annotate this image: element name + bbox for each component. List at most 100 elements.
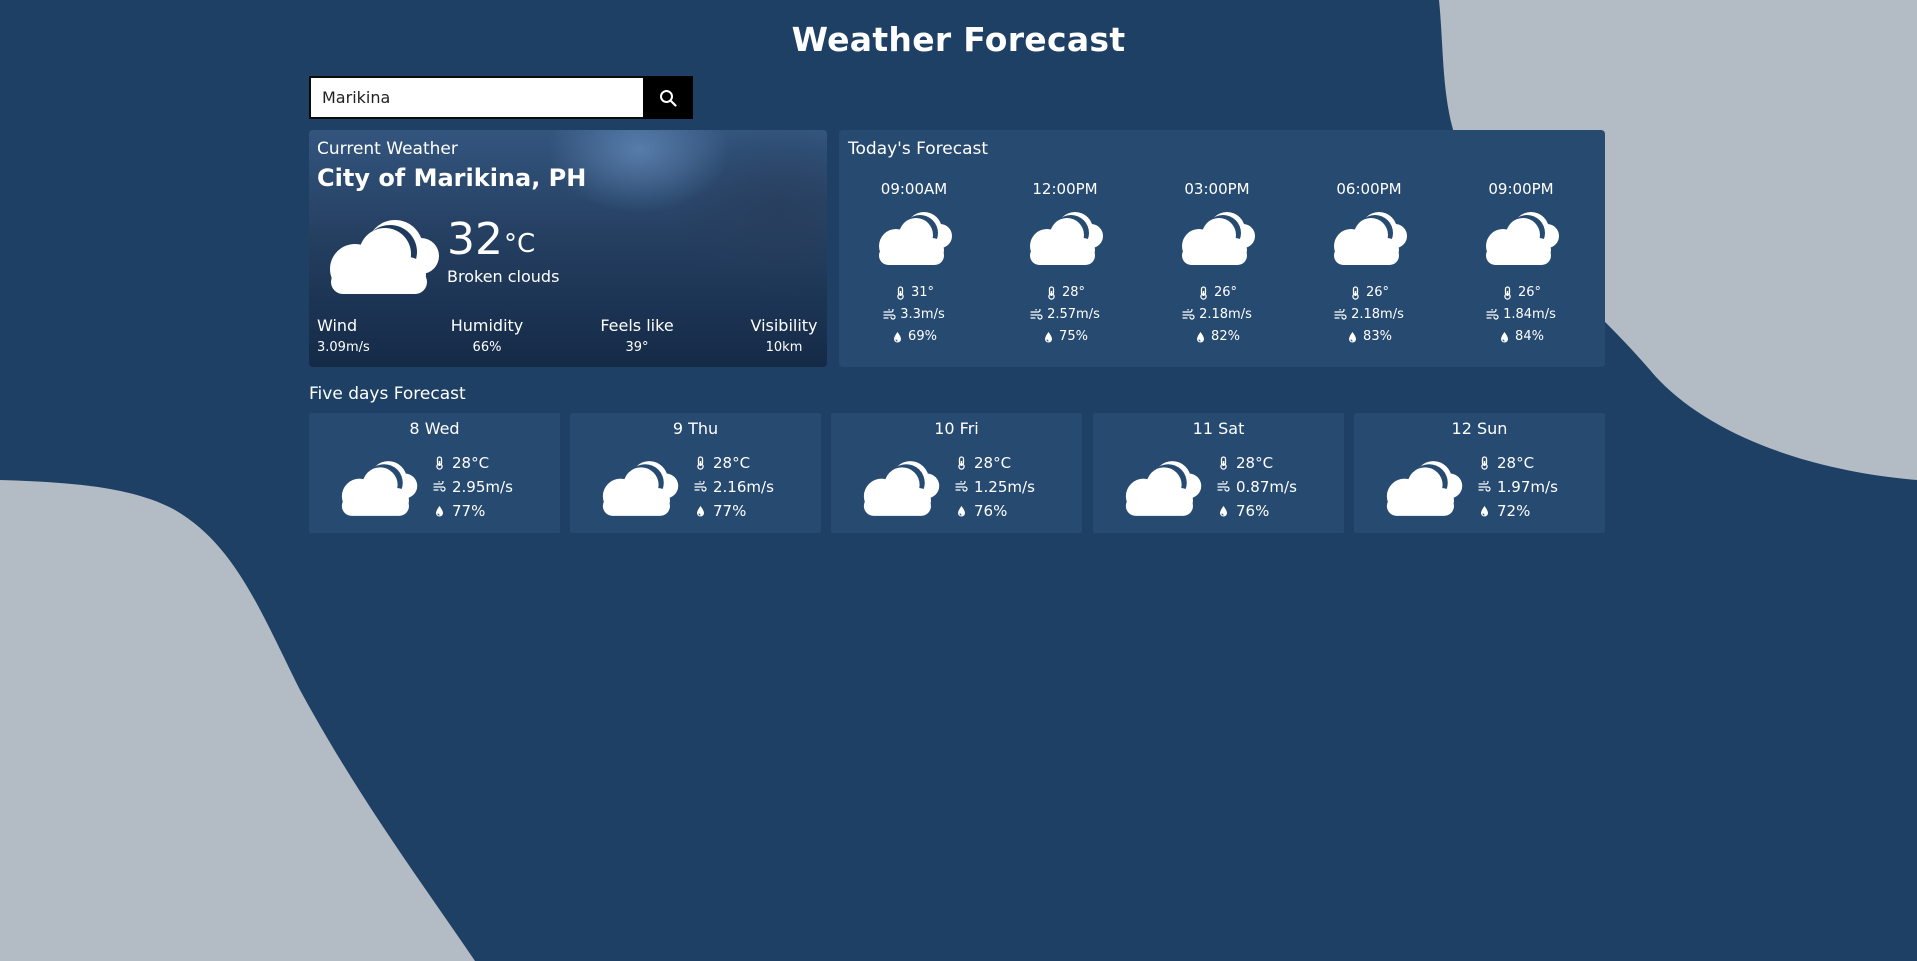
droplet-icon [1498, 331, 1511, 344]
thermometer-icon [1197, 286, 1210, 300]
hour-temp: 26° [1446, 282, 1596, 304]
day-wind-value: 1.97m/s [1497, 478, 1558, 496]
day-wind-value: 2.95m/s [452, 478, 513, 496]
day-wind: 0.87m/s [1217, 475, 1297, 499]
droplet-icon [1478, 505, 1491, 518]
current-description: Broken clouds [447, 267, 560, 286]
hourly-forecast-item: 12:00PM 28° 2.57m/s 75% [990, 180, 1140, 348]
hour-humidity-value: 84% [1515, 329, 1544, 344]
broken-clouds-icon [323, 212, 443, 308]
daily-forecast-card: 10 Fri 28°C 1.25m/s 76% [831, 413, 1082, 533]
stat-wind: Wind 3.09m/s [317, 316, 373, 355]
hour-humidity-value: 83% [1363, 329, 1392, 344]
stat-feels-like: Feels like 39° [597, 316, 677, 355]
hour-wind: 2.18m/s [1142, 304, 1292, 326]
day-humidity-value: 77% [452, 502, 486, 520]
hour-temp-value: 26° [1365, 285, 1390, 300]
search-input[interactable] [309, 76, 643, 119]
day-humidity: 72% [1478, 499, 1558, 523]
hourly-forecast-item: 09:00AM 31° 3.3m/s 69% [839, 180, 989, 348]
hour-wind-value: 2.18m/s [1351, 307, 1404, 322]
current-temperature: 32°C [447, 218, 535, 262]
day-name: 12 Sun [1451, 419, 1508, 438]
stat-label: Humidity [450, 316, 524, 335]
day-humidity: 76% [955, 499, 1035, 523]
thermometer-icon [955, 456, 968, 470]
stat-humidity: Humidity 66% [447, 316, 527, 355]
hour-humidity: 69% [839, 326, 989, 348]
stat-value: 3.09m/s [317, 340, 370, 355]
wind-icon [433, 481, 446, 494]
day-temp: 28°C [955, 451, 1035, 475]
broken-clouds-icon [1446, 208, 1596, 270]
current-temp-value: 32 [447, 214, 503, 265]
day-wind: 1.25m/s [955, 475, 1035, 499]
stat-value: 10km [765, 340, 803, 355]
hour-humidity: 84% [1446, 326, 1596, 348]
hour-wind: 1.84m/s [1446, 304, 1596, 326]
day-humidity-value: 76% [974, 502, 1008, 520]
stat-value: 39° [625, 340, 649, 355]
hour-wind-value: 2.57m/s [1047, 307, 1100, 322]
day-name: 8 Wed [409, 419, 460, 438]
droplet-icon [694, 505, 707, 518]
day-humidity: 77% [694, 499, 774, 523]
thermometer-icon [1349, 286, 1362, 300]
broken-clouds-icon [1380, 457, 1466, 525]
broken-clouds-icon [1294, 208, 1444, 270]
search-button[interactable] [643, 76, 693, 119]
wind-icon [883, 309, 896, 322]
hour-time: 03:00PM [1184, 180, 1250, 198]
day-temp-value: 28°C [974, 454, 1012, 472]
wind-icon [1334, 309, 1347, 322]
hourly-forecast-item: 03:00PM 26° 2.18m/s 82% [1142, 180, 1292, 348]
hourly-forecast-item: 09:00PM 26° 1.84m/s 84% [1446, 180, 1596, 348]
page-title: Weather Forecast [791, 20, 1126, 59]
hour-temp: 26° [1142, 282, 1292, 304]
thermometer-icon [1217, 456, 1230, 470]
day-humidity-value: 77% [713, 502, 747, 520]
hour-wind: 2.18m/s [1294, 304, 1444, 326]
current-temp-unit: °C [504, 229, 536, 259]
stat-label: Feels like [600, 316, 674, 335]
hour-wind-value: 2.18m/s [1199, 307, 1252, 322]
day-humidity-value: 72% [1497, 502, 1531, 520]
day-temp-value: 28°C [1497, 454, 1535, 472]
weather-app: Weather Forecast Current Weather City of… [0, 0, 1917, 961]
hour-humidity: 83% [1294, 326, 1444, 348]
thermometer-icon [894, 286, 907, 300]
current-weather-label: Current Weather [317, 139, 458, 159]
day-humidity: 76% [1217, 499, 1297, 523]
day-temp: 28°C [1217, 451, 1297, 475]
day-wind: 2.95m/s [433, 475, 513, 499]
day-humidity-value: 76% [1236, 502, 1270, 520]
broken-clouds-icon [335, 457, 421, 525]
day-wind-value: 0.87m/s [1236, 478, 1297, 496]
wind-icon [1486, 309, 1499, 322]
daily-forecast-card: 9 Thu 28°C 2.16m/s 77% [570, 413, 821, 533]
hour-humidity-value: 82% [1211, 329, 1240, 344]
stat-visibility: Visibility 10km [747, 316, 821, 355]
hourly-forecast-item: 06:00PM 26° 2.18m/s 83% [1294, 180, 1444, 348]
day-temp: 28°C [1478, 451, 1558, 475]
daily-forecast-card: 8 Wed 28°C 2.95m/s 77% [309, 413, 560, 533]
broken-clouds-icon [596, 457, 682, 525]
day-temp: 28°C [433, 451, 513, 475]
broken-clouds-icon [839, 208, 989, 270]
hour-temp: 28° [990, 282, 1140, 304]
wind-icon [1217, 481, 1230, 494]
hour-temp-value: 26° [1517, 285, 1542, 300]
stat-label: Wind [317, 316, 358, 335]
droplet-icon [1194, 331, 1207, 344]
day-wind-value: 2.16m/s [713, 478, 774, 496]
five-days-forecast-title: Five days Forecast [309, 384, 466, 404]
hour-wind: 3.3m/s [839, 304, 989, 326]
hour-humidity: 75% [990, 326, 1140, 348]
hour-time: 09:00PM [1488, 180, 1554, 198]
daily-forecast-card: 11 Sat 28°C 0.87m/s 76% [1093, 413, 1344, 533]
current-weather-card: Current Weather City of Marikina, PH 32°… [309, 130, 827, 367]
todays-forecast-card: Today's Forecast 09:00AM 31° 3.3m/s 69% … [839, 130, 1605, 367]
thermometer-icon [1478, 456, 1491, 470]
todays-forecast-title: Today's Forecast [848, 139, 989, 159]
daily-forecast-card: 12 Sun 28°C 1.97m/s 72% [1354, 413, 1605, 533]
